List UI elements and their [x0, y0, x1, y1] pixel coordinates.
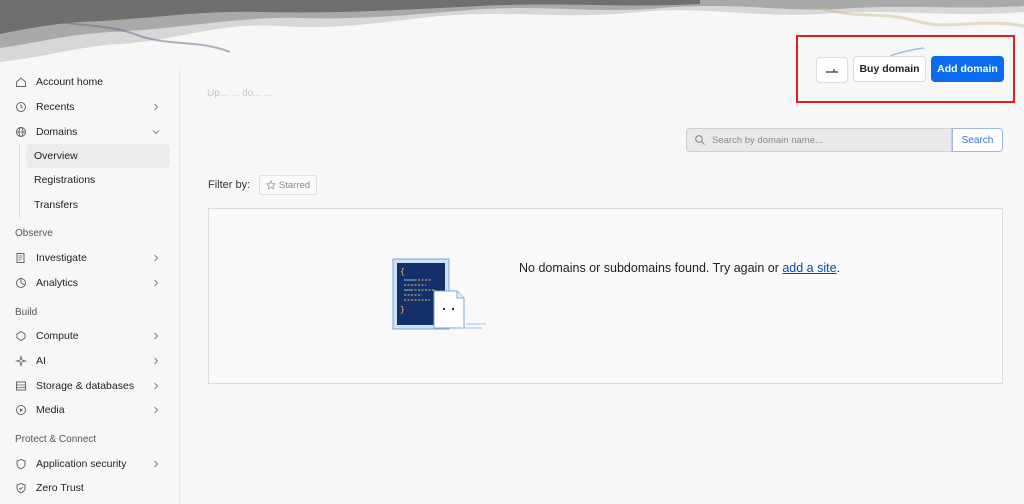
shortcut-icon: [826, 69, 838, 73]
sidebar-item-application-security[interactable]: Application security: [8, 452, 170, 476]
empty-state-suffix: .: [836, 261, 841, 275]
sidebar-item-domains[interactable]: Domains: [8, 120, 170, 144]
svg-text:}: }: [400, 306, 405, 315]
sidebar-item-label: Domains: [36, 126, 78, 138]
search-input[interactable]: Search by domain name...: [686, 128, 952, 152]
empty-state-text: No domains or subdomains found. Try agai…: [519, 261, 783, 275]
add-site-link[interactable]: add a site: [782, 261, 836, 275]
shield-check-icon: [14, 481, 28, 495]
sidebar-item-label: Application security: [36, 458, 127, 470]
star-icon: [265, 180, 276, 190]
sidebar-item-account-home[interactable]: Account home: [8, 70, 170, 94]
sidebar-item-label: Recents: [36, 101, 75, 113]
globe-icon: [14, 125, 28, 139]
document-search-icon: [14, 251, 28, 265]
chevron-down-icon: [152, 130, 160, 135]
sidebar-item-label: Zero Trust: [36, 482, 84, 494]
chevron-right-icon: [154, 103, 159, 111]
sidebar-item-label: Storage & databases: [36, 380, 135, 392]
filter-label: Filter by:: [208, 179, 251, 191]
domains-empty-panel: [208, 208, 1003, 384]
empty-state-message: No domains or subdomains found. Try agai…: [519, 261, 840, 275]
section-label-observe: Observe: [15, 228, 53, 239]
section-label-protect: Protect & Connect: [15, 434, 97, 445]
starred-filter-button[interactable]: Starred: [259, 175, 317, 195]
chevron-right-icon: [154, 254, 159, 262]
buy-domain-button[interactable]: Buy domain: [853, 56, 926, 82]
search-icon: [695, 135, 705, 145]
chevron-right-icon: [154, 460, 159, 468]
sidebar-item-recents[interactable]: Recents: [8, 95, 170, 119]
sidebar-subitem-label: Overview: [34, 150, 78, 162]
add-domain-button[interactable]: Add domain: [931, 56, 1004, 82]
pie-chart-icon: [14, 276, 28, 290]
sidebar-item-label: Analytics: [36, 277, 79, 289]
history-icon: [14, 100, 28, 114]
section-label-build: Build: [15, 307, 38, 318]
svg-text:{: {: [400, 268, 405, 277]
page-subtitle: Up... ... do... ...: [207, 88, 273, 99]
chevron-right-icon: [154, 382, 159, 390]
sidebar-subitem-label: Registrations: [34, 174, 96, 186]
submenu-guide-line: [19, 144, 20, 218]
sidebar-item-label: Media: [36, 404, 65, 416]
sidebar-item-zero-trust[interactable]: Zero Trust: [8, 476, 170, 500]
chevron-right-icon: [154, 406, 159, 414]
database-icon: [14, 379, 28, 393]
sidebar-item-analytics[interactable]: Analytics: [8, 271, 170, 295]
compute-icon: [14, 329, 28, 343]
sidebar-subitem-overview[interactable]: Overview: [26, 144, 170, 168]
sidebar-item-label: Investigate: [36, 252, 87, 264]
home-icon: [14, 75, 28, 89]
sidebar-item-ai[interactable]: AI: [8, 349, 170, 373]
sidebar-subitem-transfers[interactable]: Transfers: [26, 193, 170, 217]
sidebar-subitem-label: Transfers: [34, 199, 78, 211]
chevron-right-icon: [154, 279, 159, 287]
shield-icon: [14, 457, 28, 471]
sparkle-icon: [14, 354, 28, 368]
sidebar-item-label: Compute: [36, 330, 79, 342]
sidebar-item-label: Account home: [36, 76, 104, 88]
search-button[interactable]: Search: [952, 128, 1003, 152]
sidebar-item-media[interactable]: Media: [8, 398, 170, 422]
starred-label: Starred: [278, 179, 311, 191]
chevron-right-icon: [154, 332, 159, 340]
shortcut-button[interactable]: [816, 57, 848, 83]
sidebar-subitem-registrations[interactable]: Registrations: [26, 168, 170, 192]
play-circle-icon: [14, 403, 28, 417]
chevron-right-icon: [154, 357, 159, 365]
search-placeholder: Search by domain name...: [712, 134, 823, 146]
sidebar-item-label: AI: [36, 355, 46, 367]
empty-code-illustration: { }: [392, 258, 486, 330]
sidebar-item-storage-databases[interactable]: Storage & databases: [8, 374, 170, 398]
sidebar-item-investigate[interactable]: Investigate: [8, 246, 170, 270]
sidebar-item-compute[interactable]: Compute: [8, 324, 170, 348]
